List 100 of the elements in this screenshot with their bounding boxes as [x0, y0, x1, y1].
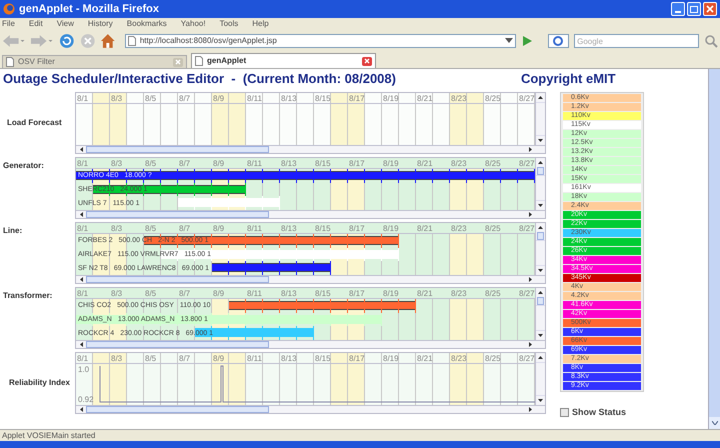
- menu-item[interactable]: History: [88, 18, 113, 28]
- scroll-down-button[interactable]: [709, 417, 720, 429]
- date-label: 8/21: [417, 223, 433, 233]
- up-arrow-icon: [538, 96, 543, 99]
- page-icon: [6, 57, 14, 67]
- horizontal-scrollbar[interactable]: [76, 275, 545, 283]
- horizontal-scrollbar[interactable]: [76, 340, 545, 348]
- vertical-scrollbar[interactable]: [535, 353, 545, 405]
- dropdown-caret-icon[interactable]: [504, 38, 513, 44]
- scroll-thumb[interactable]: [86, 406, 269, 413]
- right-arrow-icon: [528, 277, 532, 282]
- date-label: 8/17: [349, 158, 365, 168]
- tab-close-button[interactable]: [362, 56, 372, 66]
- date-label: 8/7: [179, 158, 190, 168]
- date-label: 8/23: [451, 353, 467, 363]
- date-label: 8/15: [315, 288, 331, 298]
- date-label: 8/5: [145, 353, 156, 363]
- date-label: 8/21: [417, 158, 433, 168]
- close-icon: [364, 58, 370, 64]
- scroll-thumb[interactable]: [86, 341, 269, 348]
- vertical-scrollbar[interactable]: [535, 158, 545, 210]
- search-engine-button[interactable]: [548, 34, 570, 48]
- panel-label: Line:: [3, 225, 24, 237]
- scroll-thumb[interactable]: [537, 232, 544, 240]
- right-arrow-icon: [528, 342, 532, 347]
- date-label: 8/19: [383, 158, 399, 168]
- menu-item[interactable]: View: [56, 18, 74, 28]
- date-label: 8/17: [349, 223, 365, 233]
- panel-label: Load Forecast: [6, 117, 63, 129]
- date-label: 8/5: [145, 158, 156, 168]
- minimize-button[interactable]: [671, 2, 685, 16]
- date-label: 8/27: [519, 288, 535, 298]
- horizontal-scrollbar[interactable]: [76, 145, 545, 153]
- maximize-button[interactable]: [687, 2, 701, 16]
- date-label: 8/21: [417, 288, 433, 298]
- date-label: 8/1: [77, 288, 88, 298]
- date-label: 8/25: [485, 288, 501, 298]
- up-arrow-icon: [538, 291, 543, 294]
- panel-label: Generator:: [3, 160, 45, 172]
- date-label: 8/1: [77, 353, 88, 363]
- right-arrow-icon: [528, 407, 532, 412]
- page-icon: [128, 36, 136, 46]
- date-label: 8/9: [213, 223, 224, 233]
- menu-item[interactable]: Yahoo!: [180, 18, 206, 28]
- copyright-text: Copyright eMIT: [520, 70, 616, 88]
- date-label: 8/5: [145, 223, 156, 233]
- status-text: Applet VOSIEMain started: [2, 430, 96, 442]
- date-label: 8/21: [417, 93, 433, 103]
- date-label: 8/5: [145, 288, 156, 298]
- close-button[interactable]: [703, 2, 717, 16]
- date-label: 8/19: [383, 288, 399, 298]
- vertical-scrollbar[interactable]: [535, 288, 545, 340]
- date-label: 8/9: [213, 158, 224, 168]
- date-label: 8/15: [315, 93, 331, 103]
- page-icon: [195, 56, 203, 66]
- date-label: 8/11: [247, 288, 262, 298]
- down-arrow-icon: [538, 139, 543, 142]
- scroll-thumb[interactable]: [86, 211, 269, 218]
- address-field[interactable]: http://localhost:8080/osv/genApplet.jsp: [124, 34, 516, 48]
- date-label: 8/9: [213, 288, 224, 298]
- date-label: 8/25: [485, 353, 501, 363]
- scroll-thumb[interactable]: [537, 167, 544, 175]
- vertical-scrollbar[interactable]: [535, 223, 545, 275]
- panel-label: Reliability Index: [8, 377, 71, 389]
- go-icon[interactable]: [520, 35, 533, 47]
- close-icon: [175, 59, 181, 65]
- axis-label: 1.0: [78, 365, 90, 374]
- scroll-thumb[interactable]: [86, 276, 269, 283]
- show-status-label: Show Status: [572, 406, 626, 419]
- menu-item[interactable]: Help: [252, 18, 269, 28]
- menu-item[interactable]: Bookmarks: [126, 18, 167, 28]
- reload-icon[interactable]: [58, 33, 75, 49]
- date-label: 8/3: [111, 288, 122, 298]
- scroll-thumb[interactable]: [537, 297, 544, 305]
- scroll-thumb[interactable]: [86, 146, 269, 153]
- menu-item[interactable]: Edit: [28, 18, 43, 28]
- down-arrow-icon: [538, 334, 543, 337]
- menu-item[interactable]: Tools: [220, 18, 238, 28]
- date-label: 8/23: [451, 93, 467, 103]
- search-field[interactable]: Google: [574, 34, 700, 48]
- horizontal-scrollbar[interactable]: [76, 210, 545, 218]
- tab[interactable]: genApplet: [191, 53, 376, 68]
- down-arrow-icon: [538, 399, 543, 402]
- vertical-scrollbar[interactable]: [535, 93, 545, 145]
- date-label: 8/13: [281, 223, 297, 233]
- menu-item[interactable]: File: [2, 18, 15, 28]
- date-label: 8/25: [485, 158, 501, 168]
- date-label: 8/13: [281, 288, 297, 298]
- right-arrow-icon: [528, 212, 532, 217]
- page-scrollbar[interactable]: [708, 69, 720, 429]
- date-label: 8/3: [111, 353, 122, 363]
- date-label: 8/13: [281, 353, 297, 363]
- date-label: 8/17: [349, 353, 365, 363]
- horizontal-scrollbar[interactable]: [76, 405, 545, 413]
- date-label: 8/23: [451, 223, 467, 233]
- maximize-icon: [690, 6, 698, 12]
- date-label: 8/5: [145, 93, 156, 103]
- tab[interactable]: OSV Filter: [2, 55, 187, 68]
- home-icon[interactable]: [100, 33, 116, 49]
- show-status-checkbox[interactable]: [560, 408, 569, 418]
